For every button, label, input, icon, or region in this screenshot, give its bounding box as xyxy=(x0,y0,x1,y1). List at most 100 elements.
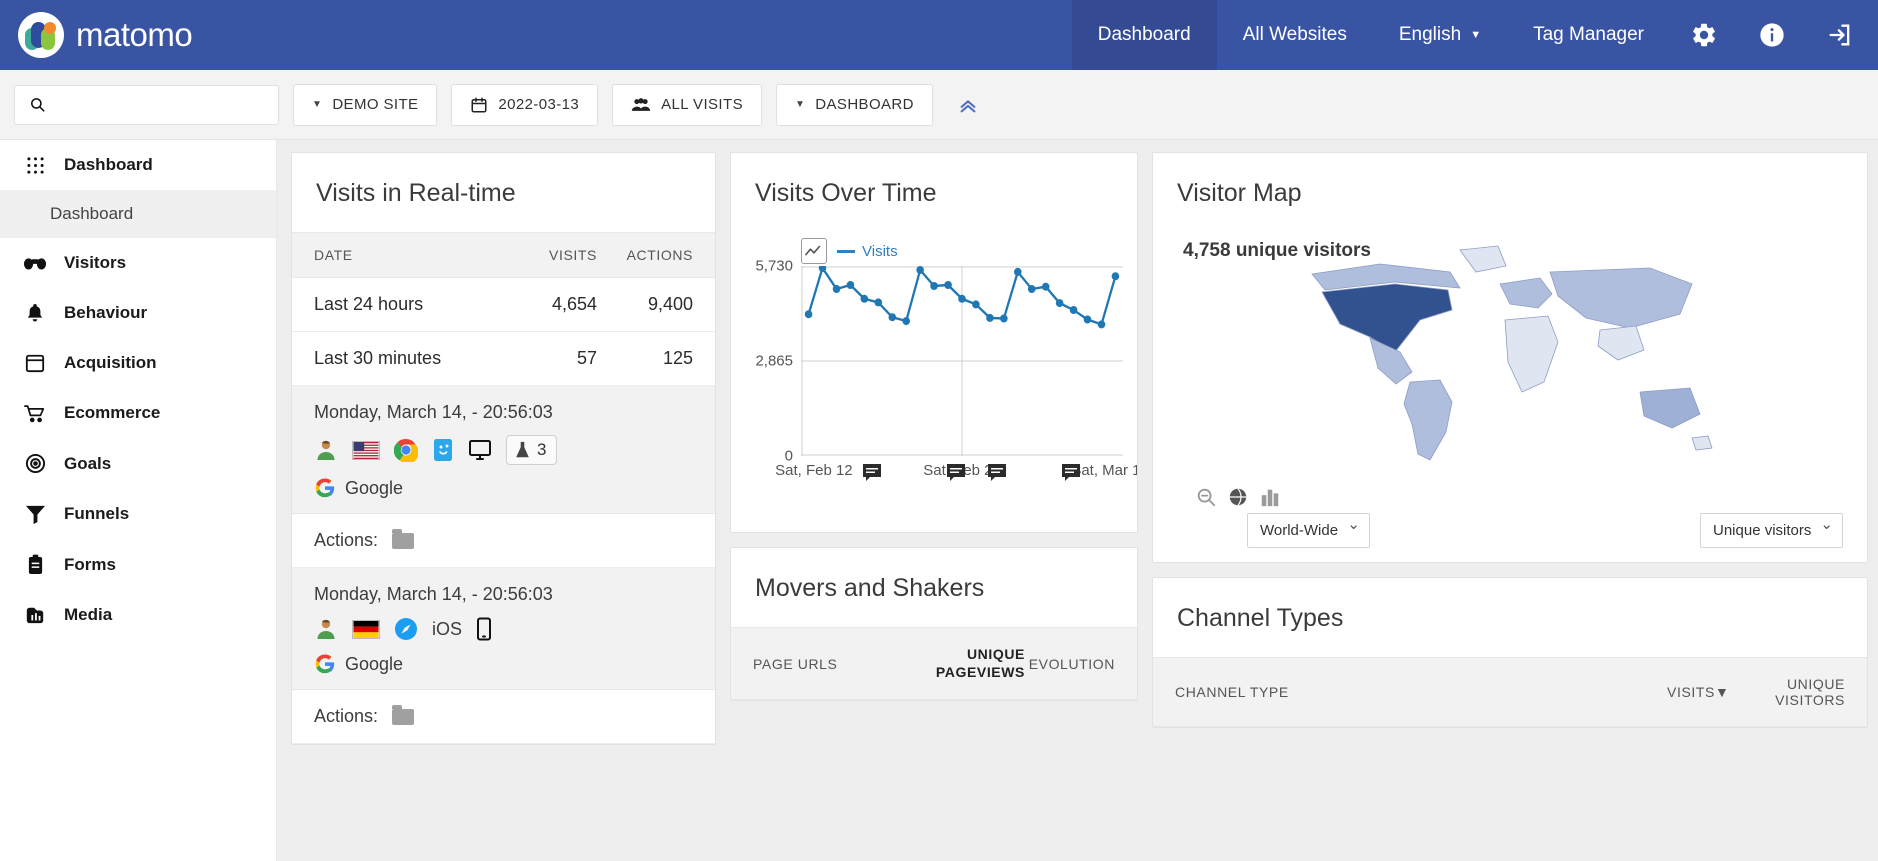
info-icon[interactable] xyxy=(1738,0,1806,70)
gear-icon[interactable] xyxy=(1670,0,1738,70)
users-icon xyxy=(631,96,651,114)
globe-icon[interactable] xyxy=(1227,486,1249,513)
chart-annotations xyxy=(801,456,1123,502)
nav-item-dashboard[interactable]: Dashboard xyxy=(1072,0,1217,70)
chart-data-point[interactable] xyxy=(972,300,980,308)
annotation-icon[interactable] xyxy=(861,462,883,489)
device-desktop-icon xyxy=(468,439,492,461)
sign-in-icon[interactable] xyxy=(1806,0,1878,70)
map-region-select[interactable]: World-Wide xyxy=(1247,513,1370,548)
sidebar-item-dashboard[interactable]: Dashboard xyxy=(0,140,276,190)
nav-item-all-websites[interactable]: All Websites xyxy=(1217,0,1373,70)
row-date: Last 24 hours xyxy=(314,294,501,315)
chart-data-point[interactable] xyxy=(902,317,910,325)
sidebar-item-acquisition[interactable]: Acquisition xyxy=(0,338,276,388)
city-icon[interactable] xyxy=(1259,486,1281,513)
sidebar-item-funnels-label: Funnels xyxy=(64,504,129,524)
visits-over-time-chart: Visits 5,730 2,865 0 xyxy=(731,232,1137,532)
search-box[interactable] xyxy=(14,85,279,125)
annotation-icon[interactable] xyxy=(1060,462,1082,489)
folder-icon[interactable] xyxy=(392,533,414,549)
map-metric-select-wrap[interactable]: Unique visitors xyxy=(1700,513,1843,548)
dashboard-selector-button[interactable]: ▼ DASHBOARD xyxy=(776,84,933,126)
page-body: Dashboard Dashboard Visitors Behaviour xyxy=(0,140,1878,861)
os-mac-icon xyxy=(432,438,454,462)
chart-data-point[interactable] xyxy=(986,314,994,322)
sidebar-item-goals[interactable]: Goals xyxy=(0,438,276,489)
chart-data-point[interactable] xyxy=(847,281,855,289)
actions-label: Actions: xyxy=(314,706,378,727)
chart-data-point[interactable] xyxy=(874,298,882,306)
search-input[interactable] xyxy=(56,96,264,113)
chart-data-point[interactable] xyxy=(930,282,938,290)
column-header-unique-visitors[interactable]: ▼ UNIQUE VISITORS xyxy=(1715,676,1845,708)
row-visits: 4,654 xyxy=(501,294,597,315)
chart-data-point[interactable] xyxy=(805,310,813,318)
sidebar-subitem-dashboard[interactable]: Dashboard xyxy=(0,190,276,238)
chart-legend: Visits xyxy=(745,238,1123,264)
chart-data-point[interactable] xyxy=(1112,272,1120,280)
chart-data-point[interactable] xyxy=(1014,268,1022,276)
sidebar-subitem-dashboard-label: Dashboard xyxy=(50,204,133,223)
flag-germany-icon xyxy=(352,620,380,639)
widget-visits-in-realtime: Visits in Real-time DATE VISITS ACTIONS … xyxy=(291,152,716,745)
table-row[interactable]: Last 30 minutes 57 125 xyxy=(292,332,715,386)
widget-movers-and-shakers: Movers and Shakers PAGE URLS UNIQUE PAGE… xyxy=(730,547,1138,701)
movers-table-header: PAGE URLS UNIQUE PAGEVIEWS EVOLUTION xyxy=(731,627,1137,700)
chart-data-point[interactable] xyxy=(1000,315,1008,323)
annotation-icon[interactable] xyxy=(945,462,967,489)
sidebar-item-media[interactable]: Media xyxy=(0,590,276,640)
visitor-entry[interactable]: Monday, March 14, - 20:56:03 xyxy=(292,568,715,690)
collapse-toolbar-button[interactable] xyxy=(947,94,989,116)
matomo-logo[interactable]: matomo xyxy=(0,12,192,58)
chart-data-point[interactable] xyxy=(944,281,952,289)
zoom-out-icon[interactable] xyxy=(1195,486,1217,513)
chart-data-point[interactable] xyxy=(1042,283,1050,291)
visitor-entry[interactable]: Monday, March 14, - 20:56:03 xyxy=(292,386,715,514)
site-selector-button[interactable]: ▼ DEMO SITE xyxy=(293,84,437,126)
sidebar-item-visitors[interactable]: Visitors xyxy=(0,238,276,288)
visitor-actions-row[interactable]: Actions: xyxy=(292,514,715,568)
map-metric-select[interactable]: Unique visitors xyxy=(1700,513,1843,548)
dashboard-selector-label: DASHBOARD xyxy=(815,96,914,113)
dashboard-content: Visits in Real-time DATE VISITS ACTIONS … xyxy=(277,140,1878,861)
segment-selector-button[interactable]: ALL VISITS xyxy=(612,84,762,126)
chart-data-point[interactable] xyxy=(958,295,966,303)
chart-data-point[interactable] xyxy=(1028,285,1036,293)
nav-item-language[interactable]: English ▼ xyxy=(1373,0,1507,70)
nav-item-tag-manager[interactable]: Tag Manager xyxy=(1507,0,1670,70)
legend-item-visits[interactable]: Visits xyxy=(837,243,898,260)
chevron-down-icon: ▼ xyxy=(1470,29,1481,41)
sidebar-item-forms[interactable]: Forms xyxy=(0,539,276,590)
cart-icon xyxy=(22,404,48,423)
chart-data-point[interactable] xyxy=(833,285,841,293)
table-row[interactable]: Last 24 hours 4,654 9,400 xyxy=(292,278,715,332)
chart-data-point[interactable] xyxy=(1070,306,1078,314)
date-selector-button[interactable]: 2022-03-13 xyxy=(451,84,598,126)
legend-color-swatch xyxy=(837,250,855,253)
visitor-referrer[interactable]: Google xyxy=(314,477,693,499)
visitor-referrer[interactable]: Google xyxy=(314,653,693,675)
sidebar-item-ecommerce[interactable]: Ecommerce xyxy=(0,388,276,438)
chart-data-point[interactable] xyxy=(1098,320,1106,328)
nav-item-tag-manager-label: Tag Manager xyxy=(1533,24,1644,46)
widget-visitor-map: Visitor Map 4,758 unique visitors xyxy=(1152,152,1868,563)
sidebar-item-behaviour[interactable]: Behaviour xyxy=(0,288,276,338)
column-header-page-urls: PAGE URLS xyxy=(753,656,915,672)
chart-data-point[interactable] xyxy=(1056,299,1064,307)
clipboard-icon xyxy=(22,554,48,575)
chart-data-point[interactable] xyxy=(916,266,924,274)
chart-type-icon[interactable] xyxy=(801,238,827,264)
sidebar-item-funnels[interactable]: Funnels xyxy=(0,489,276,539)
map-region-select-wrap[interactable]: World-Wide xyxy=(1247,513,1370,548)
actions-count-badge[interactable]: 3 xyxy=(506,435,557,465)
top-navigation-bar: matomo Dashboard All Websites English ▼ … xyxy=(0,0,1878,70)
visitor-actions-row[interactable]: Actions: xyxy=(292,690,715,744)
chart-data-point[interactable] xyxy=(861,295,869,303)
annotation-icon[interactable] xyxy=(986,462,1008,489)
folder-icon[interactable] xyxy=(392,709,414,725)
chart-data-point[interactable] xyxy=(889,313,897,321)
visitor-map-canvas[interactable]: 4,758 unique visitors xyxy=(1153,232,1867,562)
world-map-svg[interactable] xyxy=(1167,232,1853,477)
chart-data-point[interactable] xyxy=(1084,316,1092,324)
